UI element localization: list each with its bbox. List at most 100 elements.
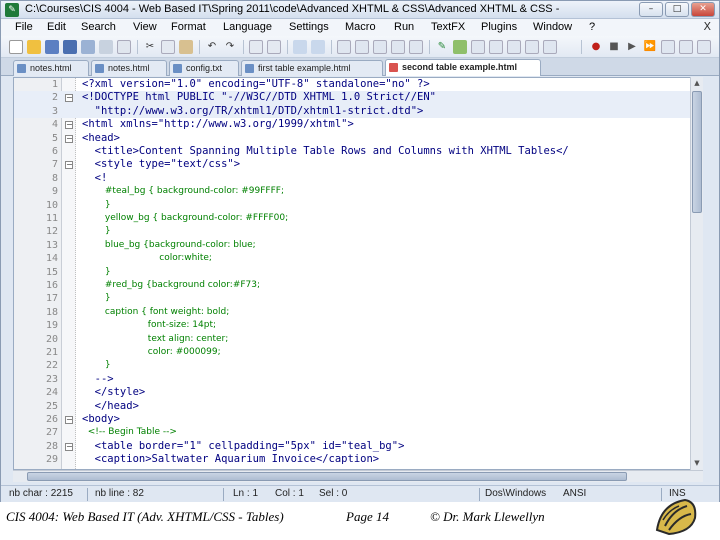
code-line[interactable]: 5− <head> (14, 132, 690, 145)
code-line[interactable]: 13 blue_bg {background-color: blue; (14, 239, 690, 252)
show-all-chars-icon[interactable] (391, 40, 405, 54)
close-button[interactable]: ✕ (691, 2, 715, 17)
code-line[interactable]: 18 caption { font weight: bold; (14, 306, 690, 319)
code-editor[interactable]: 1 <?xml version="1.0" encoding="UTF-8" st… (13, 77, 703, 470)
code-line[interactable]: 26− <body> (14, 413, 690, 426)
cut-icon[interactable]: ✂ (143, 40, 157, 54)
vertical-scrollbar[interactable]: ▲ ▼ (690, 77, 703, 470)
tab-first-table-example[interactable]: first table example.html (241, 60, 383, 76)
save-macro-icon[interactable] (661, 40, 675, 54)
sync-scroll-v-icon[interactable] (337, 40, 351, 54)
tab-config-txt[interactable]: config.txt (169, 60, 239, 76)
tab-second-table-example[interactable]: second table example.html (385, 59, 541, 76)
user-lang-icon[interactable] (453, 40, 467, 54)
code-line[interactable]: 9 #teal_bg { background-color: #99FFFF; (14, 185, 690, 198)
monitoring-icon[interactable] (525, 40, 539, 54)
code-line[interactable]: 1 <?xml version="1.0" encoding="UTF-8" st… (14, 78, 690, 91)
code-line[interactable]: 28− <table border="1" cellpadding="5px" … (14, 440, 690, 453)
code-line[interactable]: 16 #red_bg {background color:#F73; (14, 279, 690, 292)
menu-format[interactable]: Format (171, 21, 206, 33)
open-file-icon[interactable] (27, 40, 41, 54)
play-macro-icon[interactable]: ▶ (625, 40, 639, 54)
maximize-button[interactable]: □ (665, 2, 689, 17)
code-line[interactable]: 23 --> (14, 373, 690, 386)
redo-icon[interactable]: ↷ (223, 40, 237, 54)
minimize-button[interactable]: – (639, 2, 663, 17)
menu-view[interactable]: View (133, 21, 157, 33)
menu-file[interactable]: File (15, 21, 33, 33)
code-line[interactable]: 27 <!-- Begin Table --> (14, 426, 690, 439)
new-file-icon[interactable] (9, 40, 23, 54)
zoom-out-icon[interactable] (311, 40, 325, 54)
print-icon[interactable] (117, 40, 131, 54)
sync-scroll-h-icon[interactable] (355, 40, 369, 54)
tab-notes-html-2[interactable]: notes.html (91, 60, 167, 76)
code-line[interactable]: 3 "http://www.w3.org/TR/xhtml1/DTD/xhtml… (14, 104, 690, 119)
menu-edit[interactable]: Edit (47, 21, 66, 33)
code-line[interactable]: 29 <caption>Saltwater Aquarium Invoice</… (14, 453, 690, 466)
code-line[interactable]: 19 font-size: 14pt; (14, 319, 690, 332)
fold-toggle-icon[interactable]: − (65, 134, 73, 143)
code-line[interactable]: 8 <! (14, 172, 690, 185)
scroll-down-icon[interactable]: ▼ (692, 458, 702, 469)
horizontal-scroll-thumb[interactable] (27, 472, 627, 481)
code-line[interactable]: 4− <html xmlns="http://www.w3.org/1999/xh… (14, 118, 690, 131)
stop-macro-icon[interactable]: ■ (607, 40, 621, 54)
menu-language[interactable]: Language (223, 21, 272, 33)
code-line[interactable]: 12 } (14, 225, 690, 238)
close-file-icon[interactable] (81, 40, 95, 54)
fold-toggle-icon[interactable]: − (65, 161, 73, 170)
code-line[interactable]: 11 yellow_bg { background-color: #FFFF00… (14, 212, 690, 225)
replace-icon[interactable] (267, 40, 281, 54)
fold-toggle-icon[interactable]: − (65, 121, 73, 130)
menu-help[interactable]: ? (589, 21, 595, 33)
code-line[interactable]: 22 } (14, 359, 690, 372)
code-line[interactable]: 14 color:white; (14, 252, 690, 265)
menu-search[interactable]: Search (81, 21, 116, 33)
zoom-in-icon[interactable] (293, 40, 307, 54)
status-separator (87, 488, 88, 501)
record-macro-icon[interactable]: ● (589, 40, 603, 54)
copy-icon[interactable] (161, 40, 175, 54)
code-line[interactable]: 7− <style type="text/css"> (14, 158, 690, 171)
menu-window[interactable]: Window (533, 21, 572, 33)
menu-textfx[interactable]: TextFX (431, 21, 465, 33)
menu-plugins[interactable]: Plugins (481, 21, 517, 33)
code-line[interactable]: 21 color: #000099; (14, 346, 690, 359)
save-all-icon[interactable] (63, 40, 77, 54)
menu-run[interactable]: Run (394, 21, 414, 33)
word-wrap-icon[interactable] (373, 40, 387, 54)
fold-toggle-icon[interactable]: − (65, 94, 73, 103)
code-line[interactable]: 10 } (14, 199, 690, 212)
code-line[interactable]: 2− <!DOCTYPE html PUBLIC "-//W3C//DTD XHT… (14, 91, 690, 105)
fold-toggle-icon[interactable]: − (65, 442, 73, 451)
paste-icon[interactable] (179, 40, 193, 54)
code-line[interactable]: 6 <title>Content Spanning Multiple Table… (14, 145, 690, 158)
function-list-icon[interactable] (489, 40, 503, 54)
browser-icon[interactable] (543, 40, 557, 54)
doc-map-icon[interactable] (471, 40, 485, 54)
code-line[interactable]: 20 text align: center; (14, 333, 690, 346)
folder-workspace-icon[interactable] (507, 40, 521, 54)
code-line[interactable]: 15 } (14, 266, 690, 279)
indent-guide-icon[interactable] (409, 40, 423, 54)
close-all-icon[interactable] (99, 40, 113, 54)
language-icon[interactable]: ✎ (435, 40, 449, 54)
find-icon[interactable] (249, 40, 263, 54)
code-line[interactable]: 24 </style> (14, 386, 690, 399)
run-macro-multiple-icon[interactable]: ⏩ (643, 40, 657, 54)
vertical-scroll-thumb[interactable] (692, 91, 702, 213)
spell-check-icon[interactable] (679, 40, 693, 54)
close-doc-icon[interactable]: X (703, 20, 711, 33)
options-icon[interactable] (697, 40, 711, 54)
horizontal-scrollbar[interactable] (13, 470, 703, 482)
menu-settings[interactable]: Settings (289, 21, 329, 33)
undo-icon[interactable]: ↶ (205, 40, 219, 54)
code-line[interactable]: 25 </head> (14, 400, 690, 413)
code-line[interactable]: 17 } (14, 292, 690, 305)
tab-notes-html-1[interactable]: notes.html (13, 60, 89, 76)
scroll-up-icon[interactable]: ▲ (692, 78, 702, 89)
save-icon[interactable] (45, 40, 59, 54)
fold-toggle-icon[interactable]: − (65, 416, 73, 424)
menu-macro[interactable]: Macro (345, 21, 376, 33)
